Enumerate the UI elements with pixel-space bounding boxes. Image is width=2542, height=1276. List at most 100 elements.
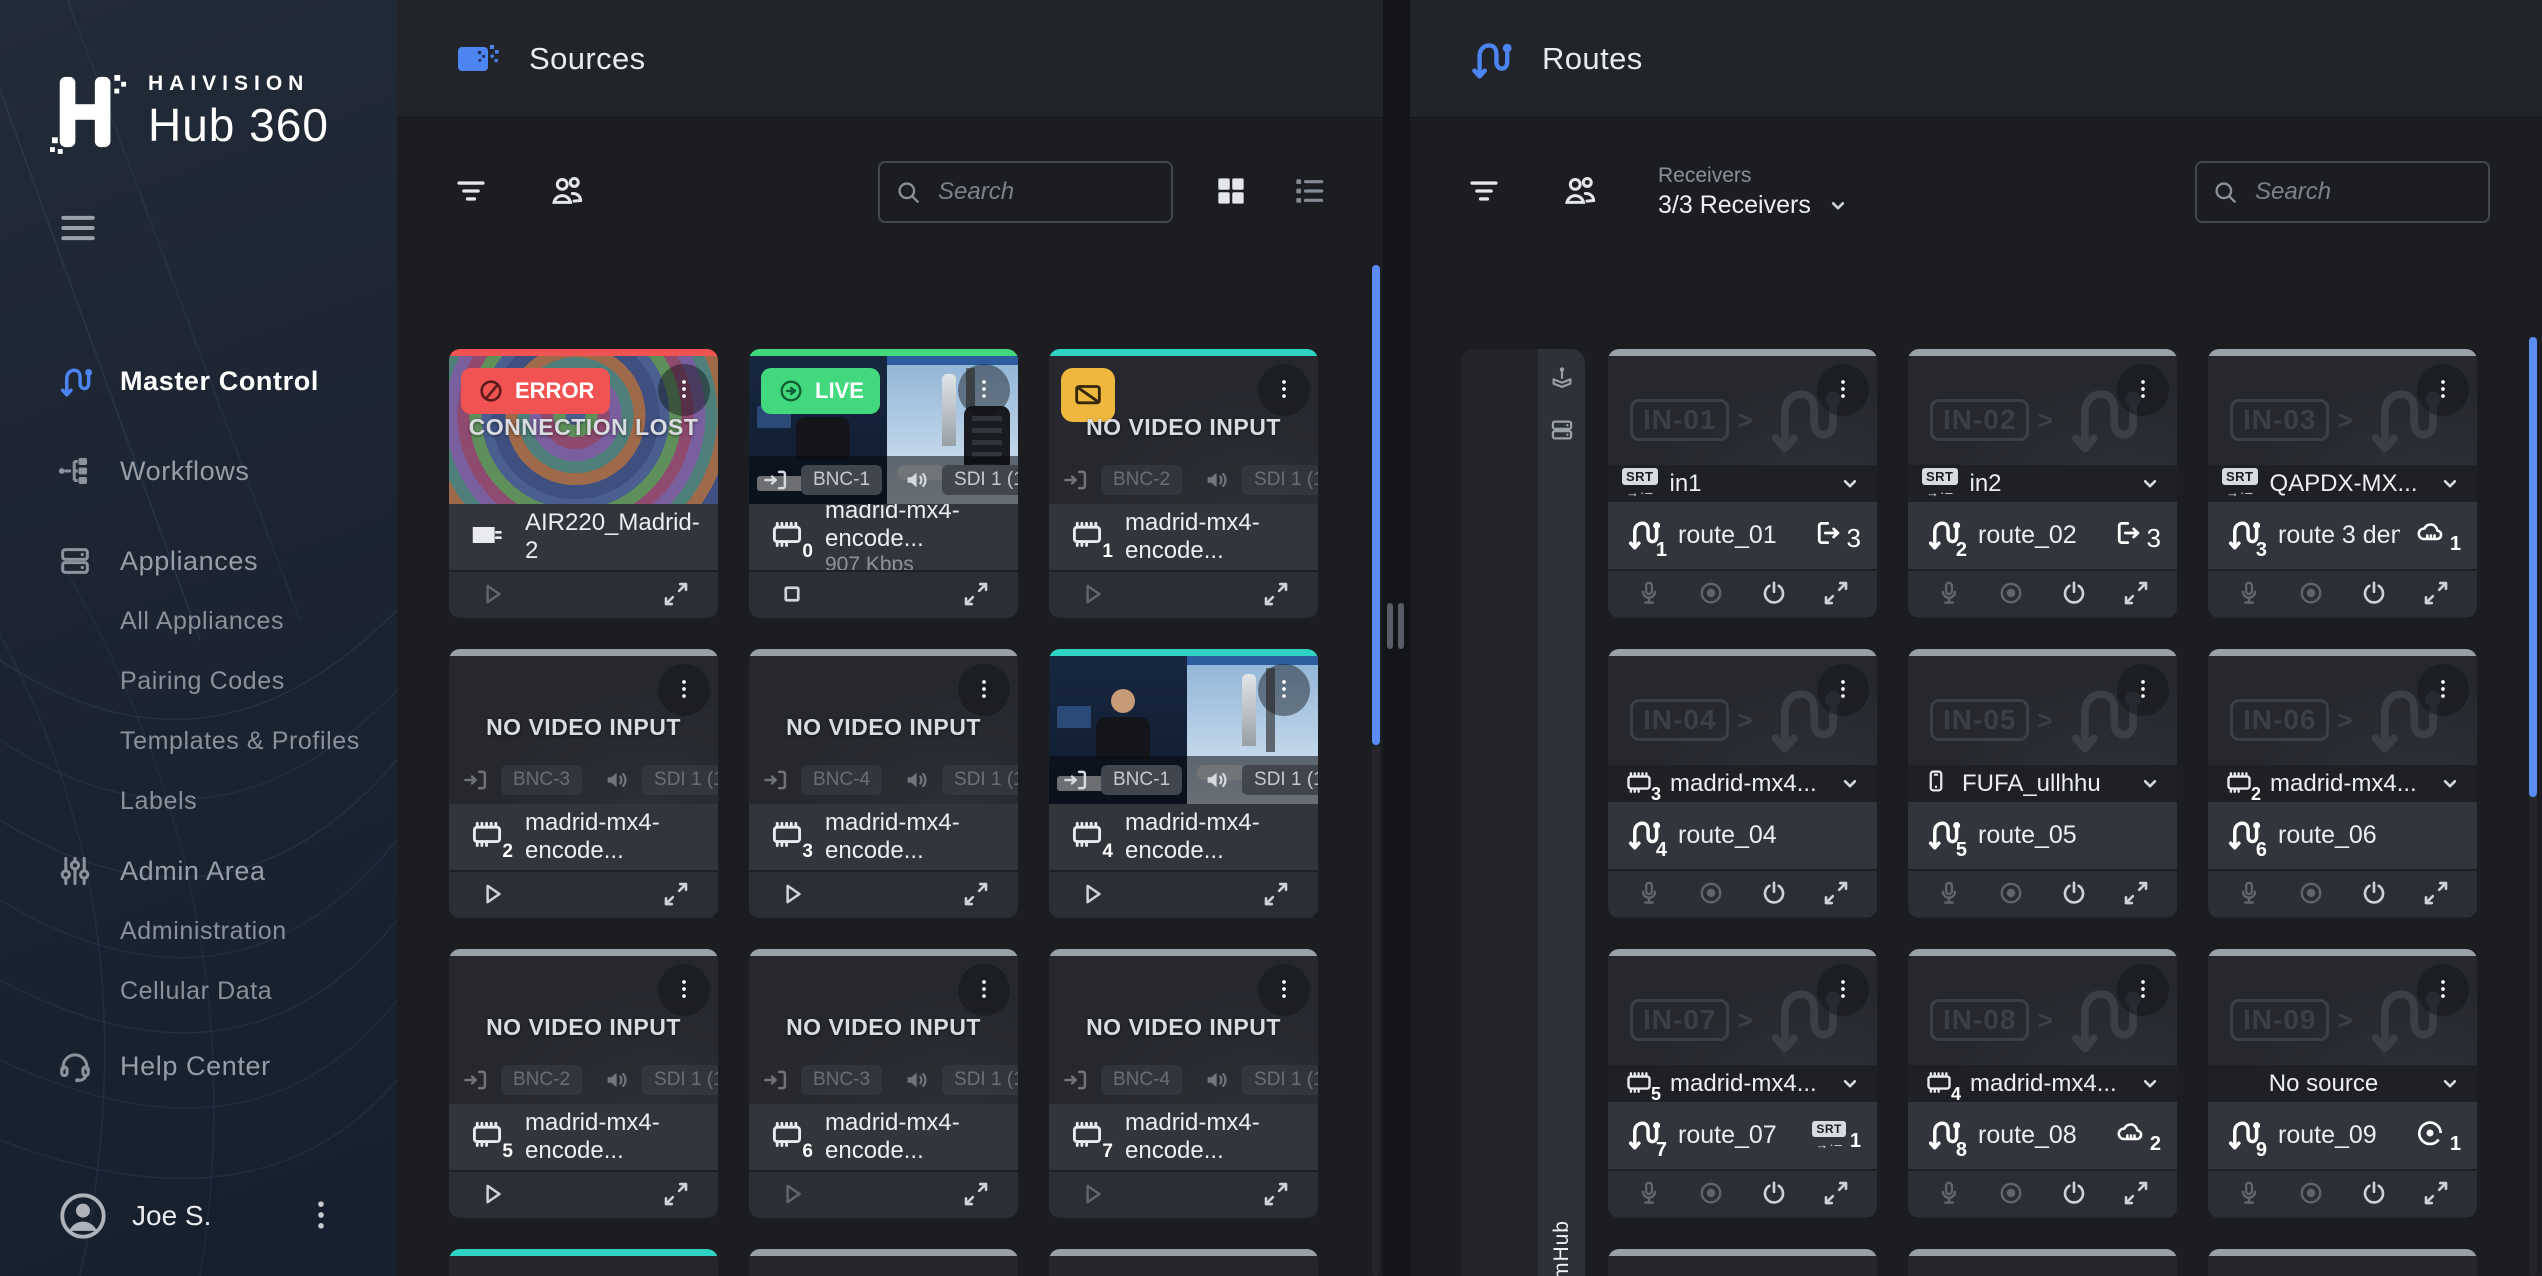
power-button[interactable] [2052,874,2096,914]
card-menu-button[interactable] [1258,964,1310,1016]
card-menu-button[interactable] [658,964,710,1016]
card-menu-button[interactable] [2417,664,2469,716]
record-button[interactable] [1689,1174,1733,1214]
source-card[interactable]: NO VIDEO INPUT BNC-4 SDI 1 (1-2) 7 madri… [1049,949,1318,1218]
card-menu-button[interactable] [958,664,1010,716]
sources-scrollbar[interactable] [1372,265,1380,745]
route-card[interactable]: IN-08 > 4 madrid-mx4... 8 route_08 2 [1908,949,2177,1218]
card-menu-button[interactable] [1817,664,1869,716]
card-menu-button[interactable] [958,364,1010,416]
user-row[interactable]: Joe S. [0,1185,397,1247]
sidebar-item-appliances[interactable]: Appliances [0,531,397,591]
routes-search-input[interactable] [2195,161,2490,223]
play-button[interactable] [470,1175,514,1215]
record-button[interactable] [2289,1174,2333,1214]
expand-button[interactable] [2114,874,2158,914]
expand-button[interactable] [654,1175,698,1215]
power-button[interactable] [2352,1174,2396,1214]
play-button[interactable] [770,1175,814,1215]
play-button[interactable] [470,575,514,615]
play-button[interactable] [770,875,814,915]
power-button[interactable] [2052,574,2096,614]
record-button[interactable] [1689,574,1733,614]
power-button[interactable] [1752,1174,1796,1214]
receivers-dropdown[interactable]: Receivers 3/3 Receivers [1658,164,1851,220]
stop-button[interactable] [770,575,814,615]
route-source-selector[interactable]: FUFA_ullhhu [1908,765,2177,802]
route-card[interactable]: IN-05 > FUFA_ullhhu 5 route_05 [1908,649,2177,918]
card-menu-button[interactable] [658,364,710,416]
card-menu-button[interactable] [2117,664,2169,716]
source-card[interactable]: NO VIDEO INPUT BNC-4 SDI 1 (1-2) 3 madri… [749,649,1018,918]
sidebar-item-admin-area[interactable]: Admin Area [0,841,397,901]
route-card[interactable]: IN-02 > SRT→·– in2 2 route_02 3 [1908,349,2177,618]
expand-button[interactable] [1814,874,1858,914]
route-card[interactable]: IN-07 > 5 madrid-mx4... 7 route_07 SRT→·… [1608,949,1877,1218]
route-source-selector[interactable]: 4 madrid-mx4... [1908,1065,2177,1102]
filter-button[interactable] [1462,170,1506,214]
expand-button[interactable] [1254,575,1298,615]
expand-button[interactable] [2414,1174,2458,1214]
source-card[interactable]: NO VIDEO INPUT BNC-2 SDI 1 (1-2) 5 madri… [449,949,718,1218]
expand-button[interactable] [1254,1175,1298,1215]
mic-button[interactable] [2227,874,2271,914]
expand-button[interactable] [654,575,698,615]
expand-button[interactable] [2414,874,2458,914]
user-menu-button[interactable] [301,1192,341,1240]
filter-button[interactable] [449,170,493,214]
card-menu-button[interactable] [1817,964,1869,1016]
play-button[interactable] [470,875,514,915]
grid-view-button[interactable] [1209,170,1253,214]
source-card[interactable]: ERROR CONNECTION LOST AIR220_Madrid-2 [449,349,718,618]
record-button[interactable] [1989,574,2033,614]
card-menu-button[interactable] [2117,364,2169,416]
power-button[interactable] [1752,574,1796,614]
sidebar-item-master-control[interactable]: Master Control [0,351,397,411]
sidebar-item-workflows[interactable]: Workflows [0,441,397,501]
sidebar-item-cellular-data[interactable]: Cellular Data [0,961,397,1021]
mic-button[interactable] [1927,1174,1971,1214]
expand-button[interactable] [1814,1174,1858,1214]
source-card[interactable]: BNC-1 SDI 1 (1-2) 4 madrid-mx4-encode... [1049,649,1318,918]
group-button[interactable] [1558,170,1602,214]
source-card[interactable]: NO VIDEO INPUT BNC-3 SDI 1 (1-2) 2 madri… [449,649,718,918]
expand-button[interactable] [954,875,998,915]
power-button[interactable] [2052,1174,2096,1214]
route-source-selector[interactable]: 3 madrid-mx4... [1608,765,1877,802]
route-card[interactable]: IN-09 > No source 9 route_09 1 [2208,949,2477,1218]
route-source-selector[interactable]: No source [2208,1065,2477,1102]
card-menu-button[interactable] [2117,964,2169,1016]
card-menu-button[interactable] [2417,964,2469,1016]
sidebar-item-all-appliances[interactable]: All Appliances [0,591,397,651]
group-button[interactable] [545,170,589,214]
sidebar-item-administration[interactable]: Administration [0,901,397,961]
expand-button[interactable] [1814,574,1858,614]
divider-drag-handle[interactable] [1387,603,1404,649]
play-button[interactable] [1070,875,1114,915]
route-source-selector[interactable]: SRT→·– in2 [1908,465,2177,502]
list-view-button[interactable] [1287,170,1331,214]
record-button[interactable] [2289,574,2333,614]
routes-scrollbar[interactable] [2529,337,2537,797]
destination-button[interactable] [1546,363,1578,395]
mic-button[interactable] [2227,1174,2271,1214]
power-button[interactable] [2352,874,2396,914]
sidebar-item-help-center[interactable]: Help Center [0,1036,397,1096]
sidebar-item-templates-profiles[interactable]: Templates & Profiles [0,711,397,771]
mic-button[interactable] [1927,574,1971,614]
record-button[interactable] [1689,874,1733,914]
record-button[interactable] [1989,1174,2033,1214]
server-button[interactable] [1546,415,1578,447]
mic-button[interactable] [2227,574,2271,614]
sidebar-item-pairing-codes[interactable]: Pairing Codes [0,651,397,711]
play-button[interactable] [1070,1175,1114,1215]
play-button[interactable] [1070,575,1114,615]
card-menu-button[interactable] [958,964,1010,1016]
card-menu-button[interactable] [1258,664,1310,716]
route-card[interactable]: IN-04 > 3 madrid-mx4... 4 route_04 [1608,649,1877,918]
route-source-selector[interactable]: SRT→·– QAPDX-MX... [2208,465,2477,502]
sidebar-item-labels[interactable]: Labels [0,771,397,831]
record-button[interactable] [2289,874,2333,914]
card-menu-button[interactable] [658,664,710,716]
expand-button[interactable] [2114,574,2158,614]
